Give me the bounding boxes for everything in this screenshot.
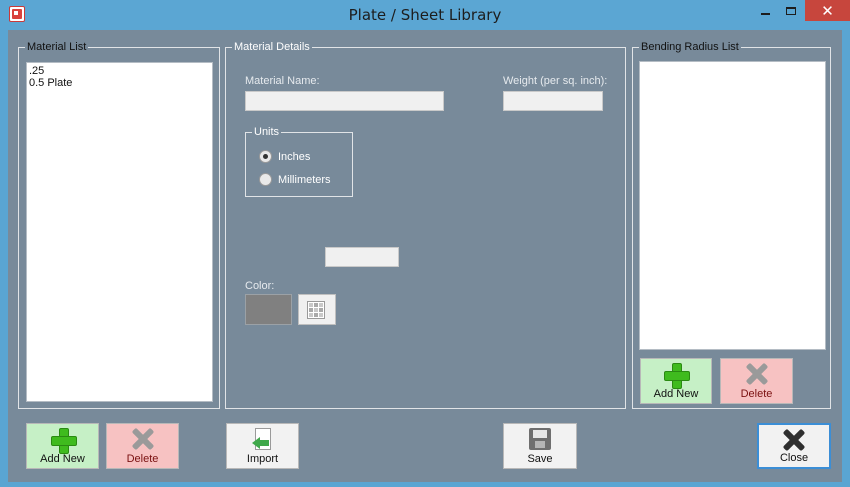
units-group: Units Inches Millimeters xyxy=(245,126,353,197)
unlabeled-input[interactable] xyxy=(325,247,399,267)
save-button[interactable]: Save xyxy=(503,423,577,469)
units-inches-label: Inches xyxy=(278,150,311,163)
maximize-icon xyxy=(786,6,796,15)
material-add-new-button[interactable]: Add New xyxy=(26,423,99,469)
units-inches-radio[interactable]: Inches xyxy=(259,150,310,163)
save-label: Save xyxy=(527,453,553,465)
close-label: Close xyxy=(779,452,809,464)
import-icon xyxy=(251,428,274,452)
material-delete-label: Delete xyxy=(126,453,159,465)
close-icon: ✕ xyxy=(821,1,834,20)
minimize-button[interactable] xyxy=(752,0,778,21)
import-label: Import xyxy=(246,453,279,465)
radio-button[interactable] xyxy=(259,173,272,186)
plus-icon xyxy=(664,363,690,389)
list-item[interactable]: 0.5 Plate xyxy=(27,77,212,89)
material-name-label: Material Name: xyxy=(245,75,320,87)
bending-delete-button[interactable]: Delete xyxy=(720,358,793,404)
color-label: Color: xyxy=(245,280,275,292)
list-item[interactable]: .25 xyxy=(27,65,212,77)
material-list-group: Material List .25 0.5 Plate xyxy=(18,41,220,409)
material-listbox[interactable]: .25 0.5 Plate xyxy=(26,62,213,402)
color-swatch[interactable] xyxy=(245,294,292,325)
material-name-input[interactable] xyxy=(245,91,444,111)
bending-radius-legend: Bending Radius List xyxy=(639,41,741,54)
minimize-icon xyxy=(760,12,770,15)
window-client: Material List .25 0.5 Plate Material Det… xyxy=(8,30,842,482)
color-picker-button[interactable] xyxy=(298,294,336,325)
bending-radius-listbox[interactable] xyxy=(639,61,826,350)
delete-x-icon xyxy=(746,363,768,385)
material-list-legend: Material List xyxy=(25,41,89,54)
bending-add-new-label: Add New xyxy=(653,388,699,400)
close-x-icon xyxy=(783,429,805,451)
bending-add-new-button[interactable]: Add New xyxy=(640,358,712,404)
bending-radius-group: Bending Radius List Add New Delete xyxy=(632,41,831,409)
title-bar[interactable]: Plate / Sheet Library ✕ xyxy=(0,0,850,30)
radio-button-checked[interactable] xyxy=(259,150,272,163)
material-delete-button[interactable]: Delete xyxy=(106,423,179,469)
material-add-new-label: Add New xyxy=(40,453,85,465)
units-millimeters-label: Millimeters xyxy=(278,173,331,186)
units-millimeters-radio[interactable]: Millimeters xyxy=(259,173,331,186)
window-title: Plate / Sheet Library xyxy=(348,6,502,24)
color-grid-icon xyxy=(307,301,325,319)
close-button[interactable]: Close xyxy=(757,423,831,469)
save-icon xyxy=(529,428,551,450)
material-details-group: Material Details Material Name: Weight (… xyxy=(225,41,626,409)
material-details-legend: Material Details xyxy=(232,41,312,54)
bending-delete-label: Delete xyxy=(740,388,773,400)
weight-label: Weight (per sq. inch): xyxy=(503,75,608,87)
import-button[interactable]: Import xyxy=(226,423,299,469)
maximize-button[interactable] xyxy=(778,0,804,21)
plus-icon xyxy=(50,428,77,454)
weight-input[interactable] xyxy=(503,91,603,111)
delete-x-icon xyxy=(132,428,154,450)
window-close-button[interactable]: ✕ xyxy=(805,0,850,21)
units-legend: Units xyxy=(252,126,282,139)
